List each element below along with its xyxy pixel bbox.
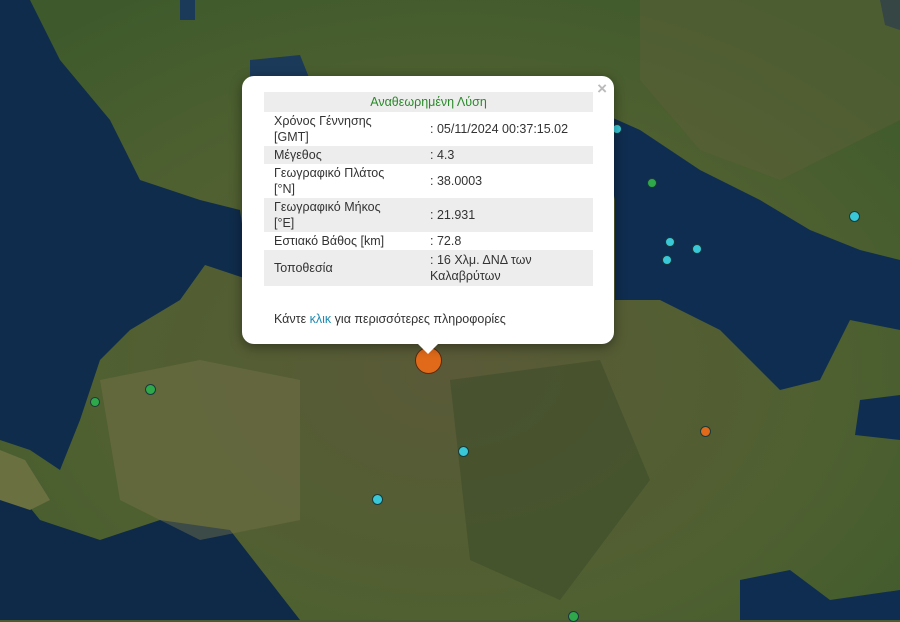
latitude-label: Γεωγραφικό Πλάτος	[274, 166, 385, 180]
origin-time-label: Χρόνος Γέννησης	[274, 114, 372, 128]
earthquake-popup: × Αναθεωρημένη Λύση Χρόνος Γέννησης [GMT]…	[242, 76, 614, 354]
table-row: Εστιακό Βάθος [km] : 72.8	[264, 232, 593, 250]
location-value-line2: Καλαβρύτων	[430, 269, 501, 283]
earthquake-marker-green[interactable]	[90, 397, 100, 407]
location-value: : 16 Χλμ. ΔΝΔ των	[430, 253, 532, 267]
table-row: Γεωγραφικό Πλάτος [°N] : 38.0003	[264, 164, 593, 198]
latitude-value: : 38.0003	[430, 174, 483, 188]
earthquake-marker-green[interactable]	[145, 384, 156, 395]
magnitude-value: : 4.3	[420, 146, 593, 164]
location-label: Τοποθεσία	[264, 250, 420, 286]
longitude-label: Γεωγραφικό Μήκος	[274, 200, 381, 214]
origin-time-value: : 05/11/2024 00:37:15.02	[430, 122, 569, 136]
more-info-suffix: για περισσότερες πληροφορίες	[331, 312, 506, 326]
more-info-text: Κάντε κλικ για περισσότερες πληροφορίες	[274, 312, 506, 326]
table-row: Τοποθεσία : 16 Χλμ. ΔΝΔ των Καλαβρύτων	[264, 250, 593, 286]
more-info-link[interactable]: κλικ	[310, 312, 332, 326]
more-info-prefix: Κάντε	[274, 312, 310, 326]
longitude-value: : 21.931	[420, 198, 593, 232]
table-row: Μέγεθος: 4.3	[264, 146, 593, 164]
latitude-unit: [°N]	[274, 182, 295, 196]
earthquake-marker-cyan[interactable]	[458, 446, 469, 457]
earthquake-marker-cyan[interactable]	[849, 211, 860, 222]
depth-label: Εστιακό Βάθος [km]	[274, 234, 385, 248]
earthquake-marker-cyan[interactable]	[665, 237, 675, 247]
earthquake-marker-green[interactable]	[568, 611, 579, 622]
close-icon[interactable]: ×	[597, 79, 607, 99]
table-row: Γεωγραφικό Μήκος [°E] : 21.931	[264, 198, 593, 232]
solution-title: Αναθεωρημένη Λύση	[264, 92, 593, 112]
earthquake-marker-orange[interactable]	[700, 426, 711, 437]
popup-tip	[417, 343, 439, 354]
table-row: Χρόνος Γέννησης [GMT] : 05/11/2024 00:37:1…	[264, 112, 593, 146]
earthquake-marker-cyan[interactable]	[662, 255, 672, 265]
magnitude-label: Μέγεθος	[264, 146, 420, 164]
longitude-unit: [°E]	[274, 216, 295, 230]
origin-time-unit: [GMT]	[274, 130, 309, 144]
earthquake-marker-cyan[interactable]	[692, 244, 702, 254]
earthquake-marker-cyan[interactable]	[372, 494, 383, 505]
earthquake-details-table: Αναθεωρημένη Λύση Χρόνος Γέννησης [GMT] : …	[264, 92, 593, 286]
depth-value: : 72.8	[430, 234, 462, 248]
earthquake-marker-green[interactable]	[647, 178, 657, 188]
